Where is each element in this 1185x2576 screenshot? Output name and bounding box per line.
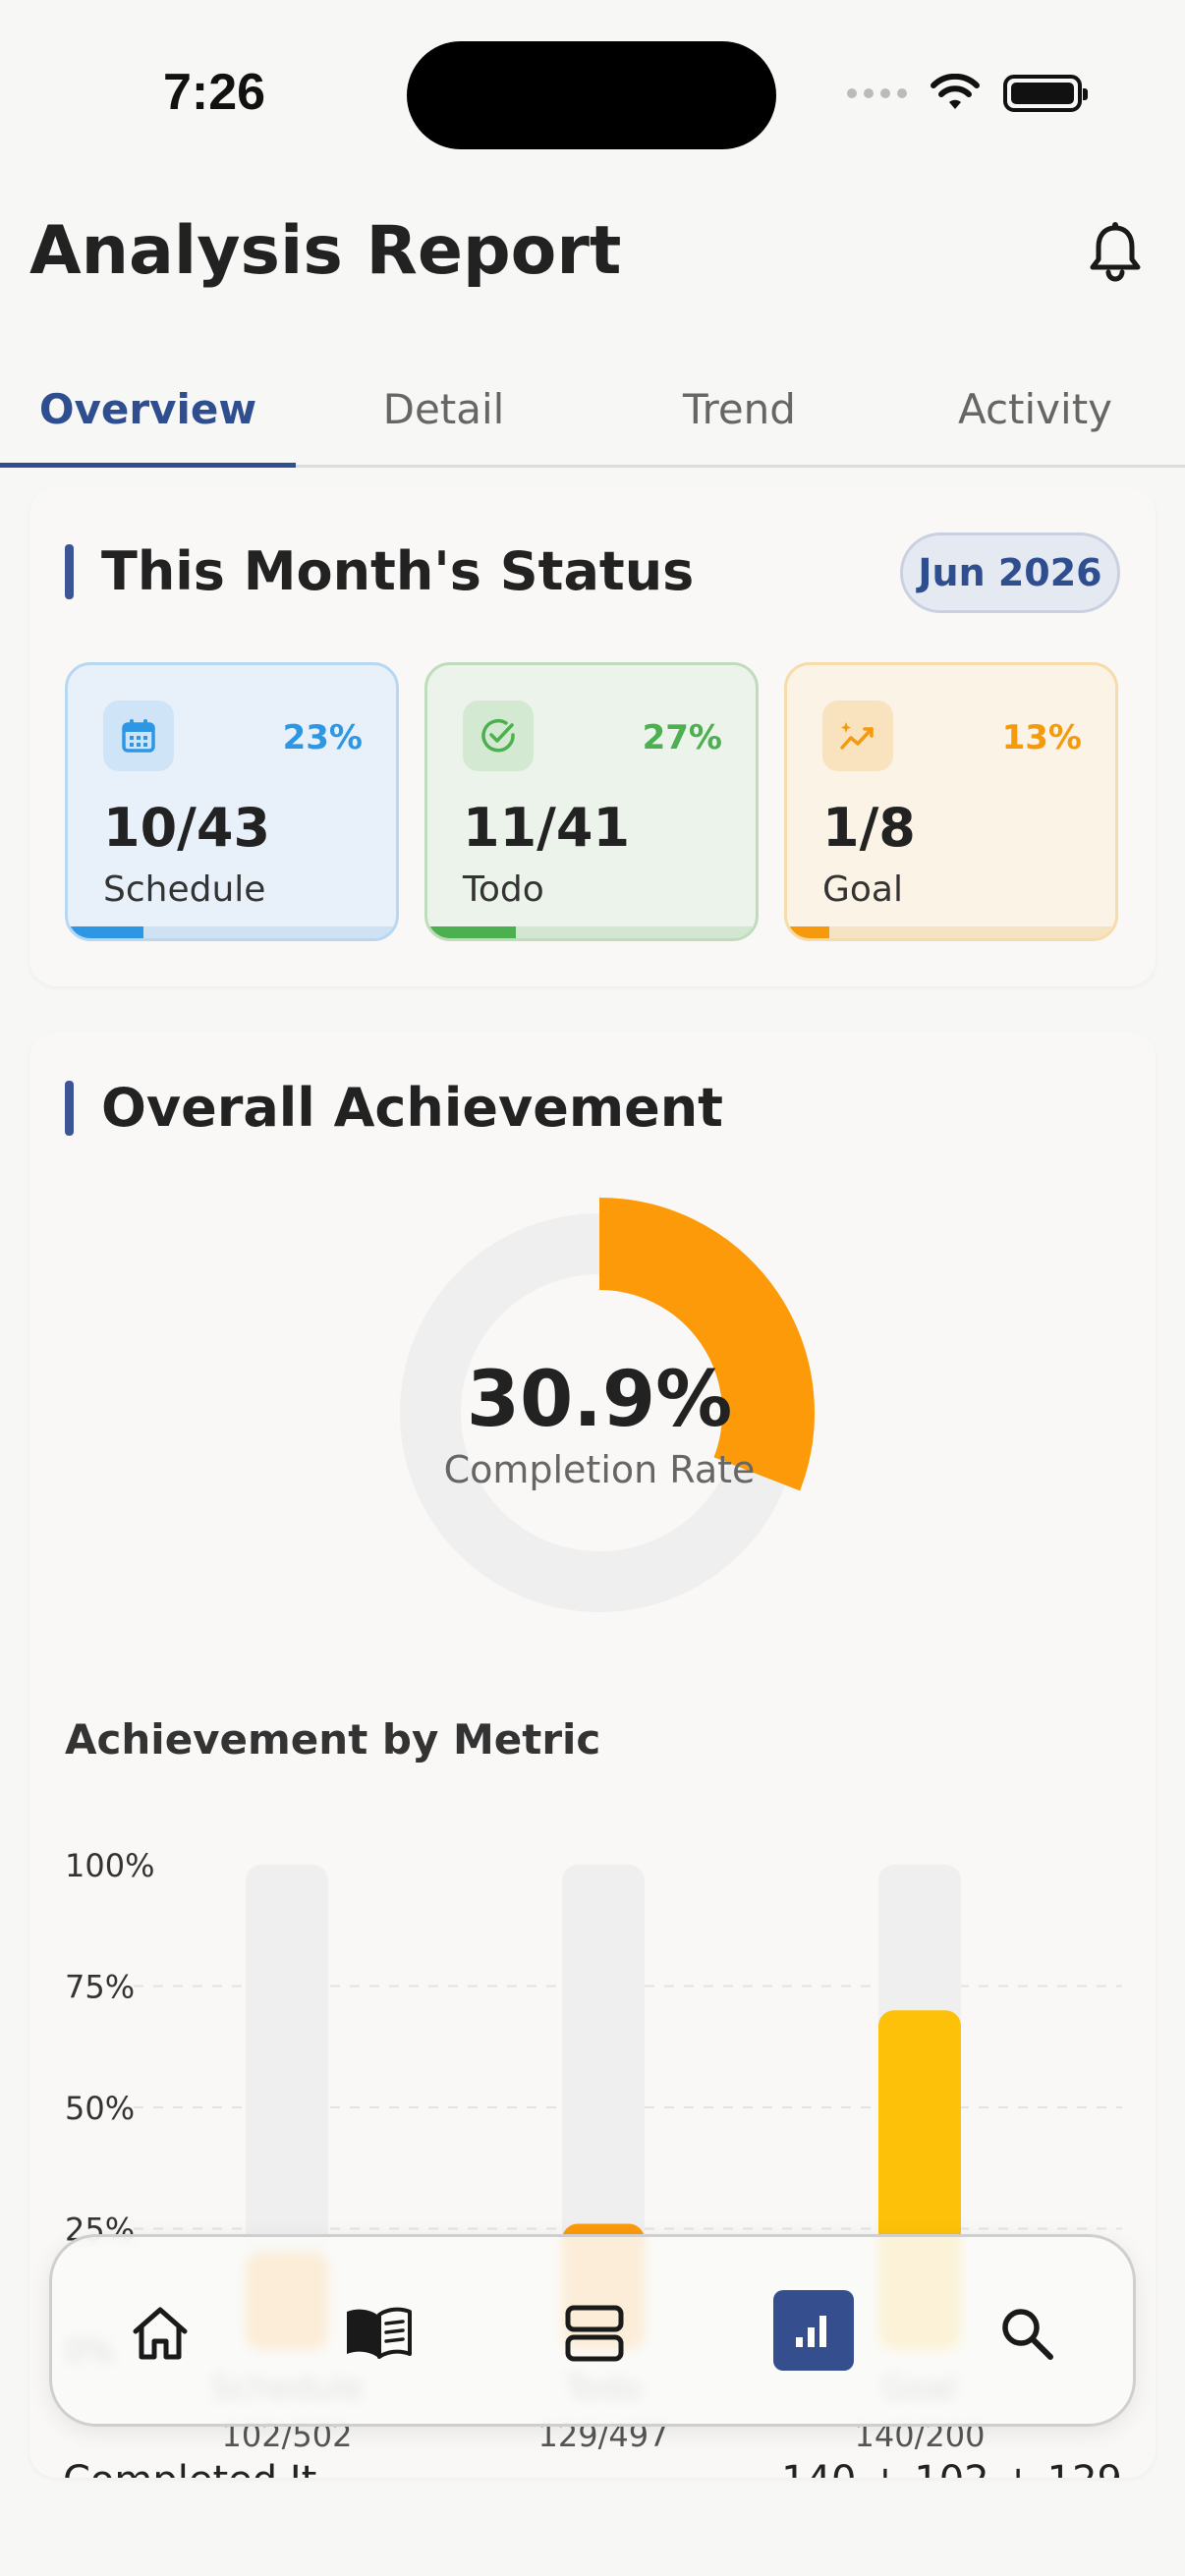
tab-detail[interactable]: Detail [296,354,592,465]
tab-bar: Overview Detail Trend Activity [0,354,1185,468]
goal-percent: 13% [1001,718,1082,757]
monthly-status-heading: This Month's Status [65,540,694,602]
y-tick-label: 100% [65,1847,154,1884]
schedule-value: 10/43 [103,797,271,859]
nav-read-button[interactable] [329,2284,427,2382]
nav-stack-button[interactable] [545,2284,644,2382]
schedule-percent: 23% [282,718,363,757]
search-icon [1002,2309,1053,2360]
goal-label: Goal [822,869,903,910]
y-tick-label: 50% [65,2090,135,2127]
completed-items-sum: 140 + 102 + 129 [781,2458,1122,2478]
tab-activity[interactable]: Activity [887,354,1183,465]
nav-report-button[interactable] [773,2290,854,2371]
stack-icon [565,2305,624,2362]
nav-home-button[interactable] [111,2284,209,2382]
schedule-label: Schedule [103,869,266,910]
page-title: Analysis Report [29,212,622,290]
todo-progress-track [427,926,756,938]
todo-label: Todo [463,869,544,910]
goal-metric-card[interactable]: 13% 1/8 Goal [784,662,1118,941]
schedule-progress-fill [68,926,143,938]
signal-dots-icon [847,88,907,98]
goal-progress-fill [787,926,830,938]
notification-bell-icon[interactable] [1081,218,1150,287]
schedule-metric-card[interactable]: 23% 10/43 Schedule [65,662,399,941]
goal-progress-track [787,926,1115,938]
tab-overview[interactable]: Overview [0,354,296,468]
battery-icon [1003,75,1088,112]
completed-items-label: Completed It [63,2458,316,2478]
donut-center: 30.9% Completion Rate [383,1356,816,1491]
overall-achievement-heading: Overall Achievement [65,1077,723,1139]
completed-items-row: Completed It 140 + 102 + 129 [63,2458,1122,2478]
goal-value: 1/8 [822,797,916,859]
completion-rate-label: Completion Rate [443,1448,756,1491]
dynamic-island [407,41,776,149]
home-icon [133,2307,188,2360]
book-icon [347,2307,412,2359]
bar-chart-icon [796,2316,826,2347]
metric-chart-title: Achievement by Metric [65,1715,601,1764]
check-circle-icon [463,700,534,771]
calendar-icon [103,700,174,771]
status-bar: 7:26 [0,0,1185,187]
month-selector-button[interactable]: Jun 2026 [900,532,1120,613]
y-tick-label: 75% [65,1969,135,2006]
sparkle-trend-icon [822,700,893,771]
section-accent-bar [65,543,74,599]
todo-progress-fill [427,926,517,938]
wifi-icon [931,74,980,109]
todo-metric-card[interactable]: 27% 11/41 Todo [424,662,759,941]
nav-search-button[interactable] [978,2284,1076,2382]
status-icons [847,69,1088,118]
monthly-status-title: This Month's Status [101,540,695,602]
todo-value: 11/41 [463,797,631,859]
section-accent-bar [65,1080,74,1136]
status-time: 7:26 [163,64,266,121]
tab-trend[interactable]: Trend [592,354,887,465]
schedule-progress-track [68,926,396,938]
monthly-status-card: This Month's Status Jun 2026 23% 10/43 S… [29,487,1156,986]
bottom-navigation [49,2234,1136,2427]
todo-percent: 27% [642,718,722,757]
completion-rate-value: 30.9% [466,1356,733,1444]
overall-achievement-title: Overall Achievement [101,1077,723,1139]
